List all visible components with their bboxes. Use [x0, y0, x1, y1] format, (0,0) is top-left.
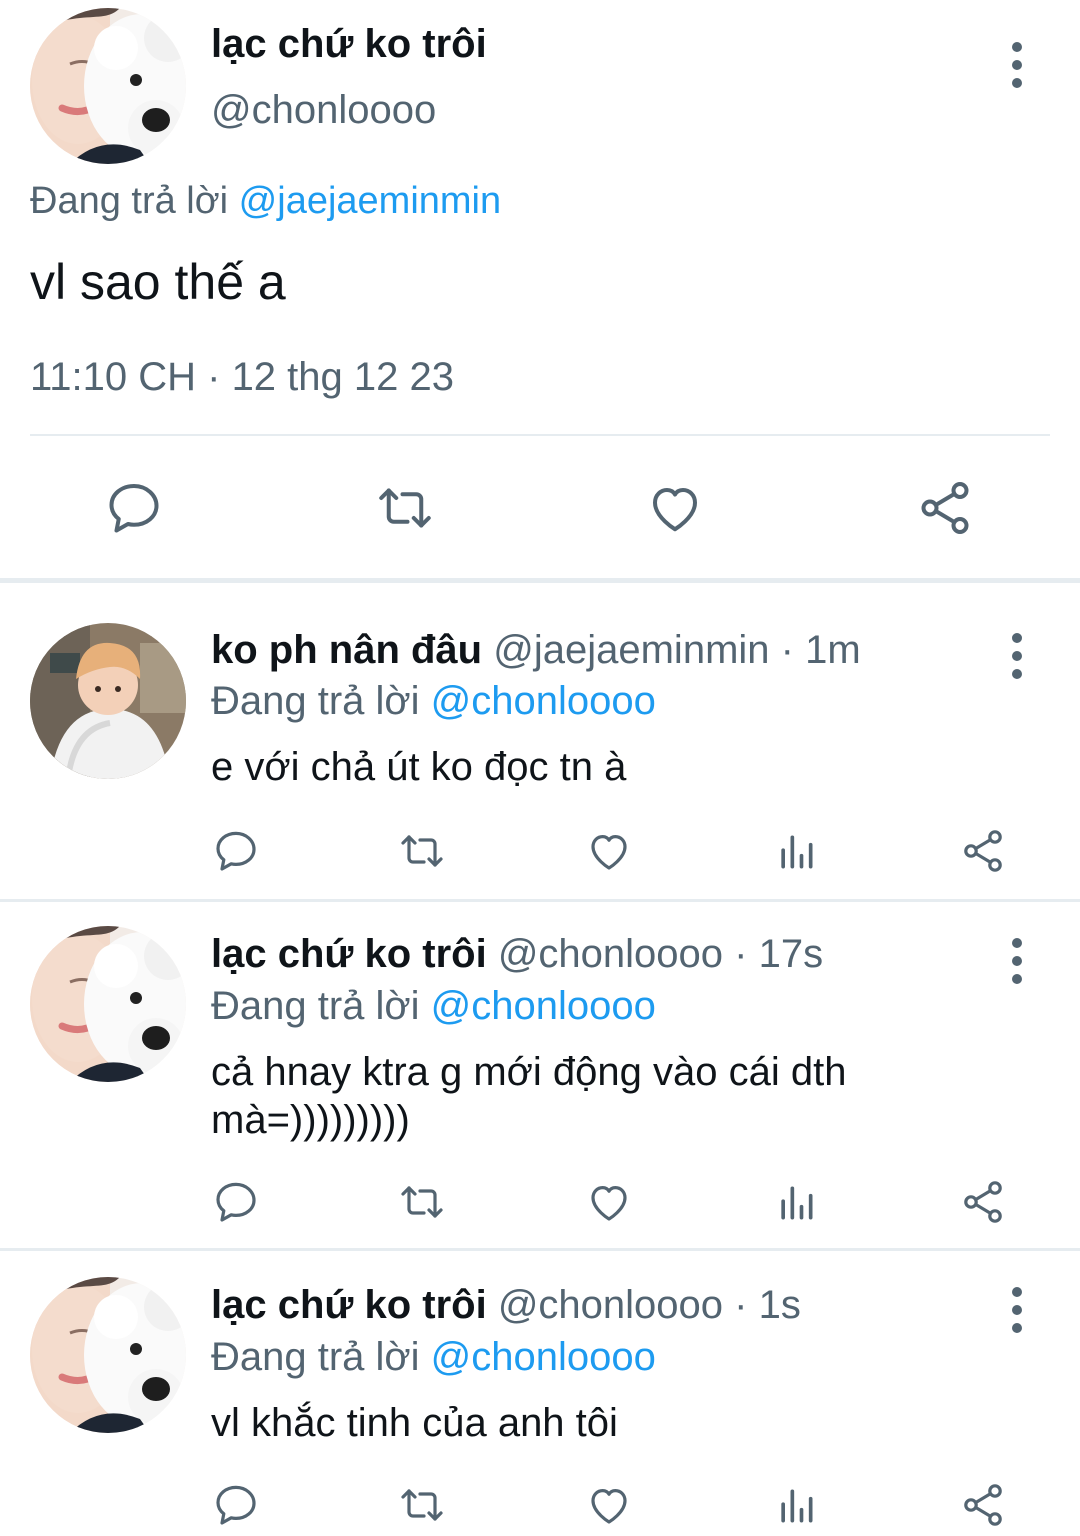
reply-avatar[interactable] — [30, 1277, 186, 1433]
more-options-icon[interactable] — [1011, 633, 1023, 679]
reply-author-handle[interactable]: @chonloooo — [498, 932, 723, 976]
retweet-icon[interactable] — [396, 1178, 448, 1226]
replying-prefix: Đang trả lời — [211, 679, 420, 723]
reply-icon[interactable] — [212, 1481, 260, 1529]
avatar-image — [30, 8, 186, 164]
like-icon[interactable] — [644, 478, 706, 538]
views-icon[interactable] — [774, 829, 818, 875]
replying-to-link[interactable]: @chonloooo — [431, 984, 656, 1028]
replying-prefix: Đang trả lời — [211, 1335, 420, 1379]
reply-author-handle[interactable]: @jaejaeminmin — [493, 628, 769, 672]
replying-to-link[interactable]: @chonloooo — [431, 679, 656, 723]
reply-text-line-1: cả hnay ktra g mới động vào cái dth — [211, 1050, 847, 1094]
author-name[interactable]: lạc chứ ko trôi — [211, 22, 487, 67]
avatar-image — [30, 623, 186, 779]
replying-to-line: Đang trả lời @chonloooo — [211, 1335, 656, 1380]
reply-header: lạc chứ ko trôi @chonloooo · 17s — [211, 932, 823, 977]
reply-icon[interactable] — [212, 1178, 260, 1226]
tweet-text: vl sao thế a — [30, 254, 286, 310]
reply-avatar[interactable] — [30, 926, 186, 1082]
share-icon[interactable] — [914, 478, 976, 538]
reply-icon[interactable] — [212, 827, 260, 875]
replying-to-link[interactable]: @jaejaeminmin — [239, 180, 501, 222]
reply-header: lạc chứ ko trôi @chonloooo · 1s — [211, 1283, 801, 1328]
reply-author-name[interactable]: lạc chứ ko trôi — [211, 1283, 487, 1327]
author-handle[interactable]: @chonloooo — [211, 88, 436, 133]
share-icon[interactable] — [958, 1481, 1008, 1529]
list-item[interactable]: ko ph nân đâu @jaejaeminmin · 1m Đang tr… — [0, 583, 1080, 899]
avatar-image — [30, 1277, 186, 1433]
share-icon[interactable] — [958, 827, 1008, 875]
tweet-timestamp[interactable]: 11:10 CH · 12 thg 12 23 — [30, 355, 454, 400]
retweet-icon[interactable] — [396, 1481, 448, 1529]
like-icon[interactable] — [584, 827, 634, 875]
reply-time[interactable]: · 1m — [781, 628, 861, 672]
reply-author-handle[interactable]: @chonloooo — [498, 1283, 723, 1327]
reply-time[interactable]: · 1s — [734, 1283, 801, 1327]
retweet-icon[interactable] — [373, 478, 437, 538]
reply-icon[interactable] — [104, 478, 164, 538]
more-options-icon[interactable] — [1011, 1287, 1023, 1333]
reply-text: vl khắc tinh của anh tôi — [211, 1401, 618, 1445]
replying-to-line: Đang trả lời @jaejaeminmin — [30, 180, 501, 223]
more-options-icon[interactable] — [1011, 938, 1023, 984]
more-options-icon[interactable] — [1011, 42, 1023, 88]
share-icon[interactable] — [958, 1178, 1008, 1226]
replying-to-link[interactable]: @chonloooo — [431, 1335, 656, 1379]
reply-header: ko ph nân đâu @jaejaeminmin · 1m — [211, 628, 861, 673]
author-avatar[interactable] — [30, 8, 186, 164]
retweet-icon[interactable] — [396, 827, 448, 875]
replying-prefix: Đang trả lời — [211, 984, 420, 1028]
reply-avatar[interactable] — [30, 623, 186, 779]
list-item[interactable]: lạc chứ ko trôi @chonloooo · 17s Đang tr… — [0, 902, 1080, 1248]
replying-prefix: Đang trả lời — [30, 180, 229, 222]
reply-author-name[interactable]: ko ph nân đâu — [211, 628, 482, 672]
views-icon[interactable] — [774, 1483, 818, 1529]
avatar-image — [30, 926, 186, 1082]
reply-author-name[interactable]: lạc chứ ko trôi — [211, 932, 487, 976]
replying-to-line: Đang trả lời @chonloooo — [211, 984, 656, 1029]
replying-to-line: Đang trả lời @chonloooo — [211, 679, 656, 724]
divider — [30, 434, 1050, 436]
list-item[interactable]: lạc chứ ko trôi @chonloooo · 1s Đang trả… — [0, 1251, 1080, 1536]
views-icon[interactable] — [774, 1180, 818, 1226]
reply-time[interactable]: · 17s — [734, 932, 823, 976]
reply-text: e với chả út ko đọc tn à — [211, 745, 627, 789]
like-icon[interactable] — [584, 1481, 634, 1529]
like-icon[interactable] — [584, 1178, 634, 1226]
reply-text-line-2: mà=))))))))) — [211, 1098, 410, 1142]
